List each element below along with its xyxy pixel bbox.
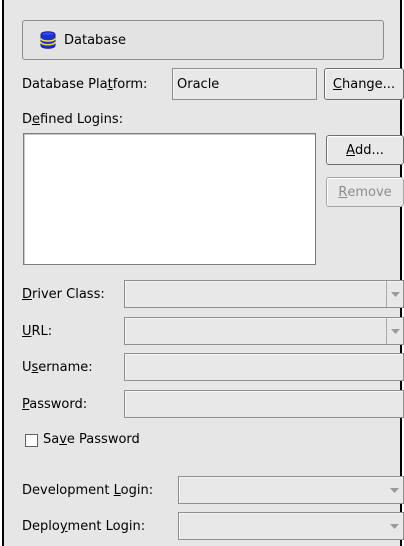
add-button[interactable]: Add... [326,135,404,165]
deployment-login-dropdown[interactable] [178,512,404,540]
chevron-down-icon[interactable] [386,281,403,307]
database-header: Database [22,20,384,60]
remove-button[interactable]: Remove [326,177,404,207]
url-dropdown[interactable] [124,317,404,345]
driver-class-dropdown[interactable] [124,280,404,308]
username-label: Username: [22,360,93,375]
chevron-down-icon[interactable] [386,477,403,503]
change-button[interactable]: Change... [324,68,404,100]
save-password-label: Save Password [43,432,140,447]
database-platform-field: Oracle [172,68,317,100]
username-field[interactable] [124,353,404,381]
database-platform-label: Database Platform: [22,77,148,92]
password-field[interactable] [124,390,404,418]
development-login-dropdown[interactable] [178,476,404,504]
chevron-down-icon[interactable] [386,513,403,539]
password-label: Password: [22,397,88,412]
defined-logins-label: Defined Logins: [22,112,124,127]
development-login-label: Development Login: [22,483,154,498]
defined-logins-list[interactable] [23,133,316,265]
url-label: URL: [22,324,53,339]
database-title: Database [64,32,127,48]
database-login-panel: Database Database Platform: Oracle Chang… [2,0,404,546]
save-password-checkbox[interactable] [25,434,38,447]
database-icon [40,31,56,49]
chevron-down-icon[interactable] [386,318,403,344]
deployment-login-label: Deployment Login: [22,519,146,534]
driver-class-label: Driver Class: [22,287,105,302]
